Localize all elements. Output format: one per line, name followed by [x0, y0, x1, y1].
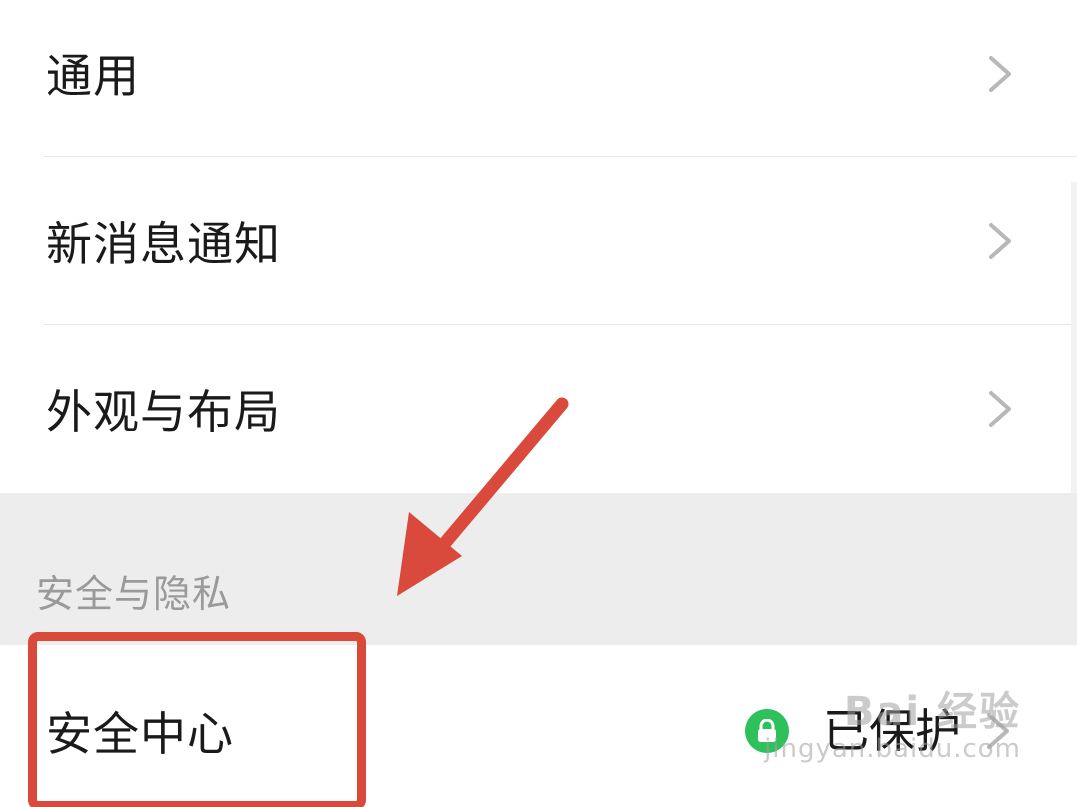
watermark-brand: Bai 经验 [843, 689, 1021, 735]
scrollbar-track[interactable] [1071, 182, 1077, 493]
chevron-right-icon [989, 223, 1011, 259]
section-header-security-privacy [0, 493, 1077, 645]
chevron-right-icon [989, 56, 1011, 92]
settings-item-label: 通用 [46, 49, 140, 103]
section-title: 安全与隐私 [36, 572, 232, 616]
settings-item-appearance[interactable]: 外观与布局 [0, 325, 1077, 493]
chevron-right-icon [989, 391, 1011, 427]
annotation-highlight-box [28, 632, 366, 807]
settings-item-general[interactable]: 通用 [0, 0, 1077, 156]
settings-item-label: 外观与布局 [46, 385, 281, 439]
watermark: Bai 经验 jingyan.baidu.com [764, 690, 1021, 764]
settings-item-notifications[interactable]: 新消息通知 [0, 157, 1077, 324]
settings-item-label: 新消息通知 [46, 217, 281, 271]
settings-page: 通用 新消息通知 外观与布局 安全与隐私 安全中心 已保护 Bai 经验 jin… [0, 0, 1077, 807]
watermark-url: jingyan.baidu.com [764, 734, 1021, 764]
